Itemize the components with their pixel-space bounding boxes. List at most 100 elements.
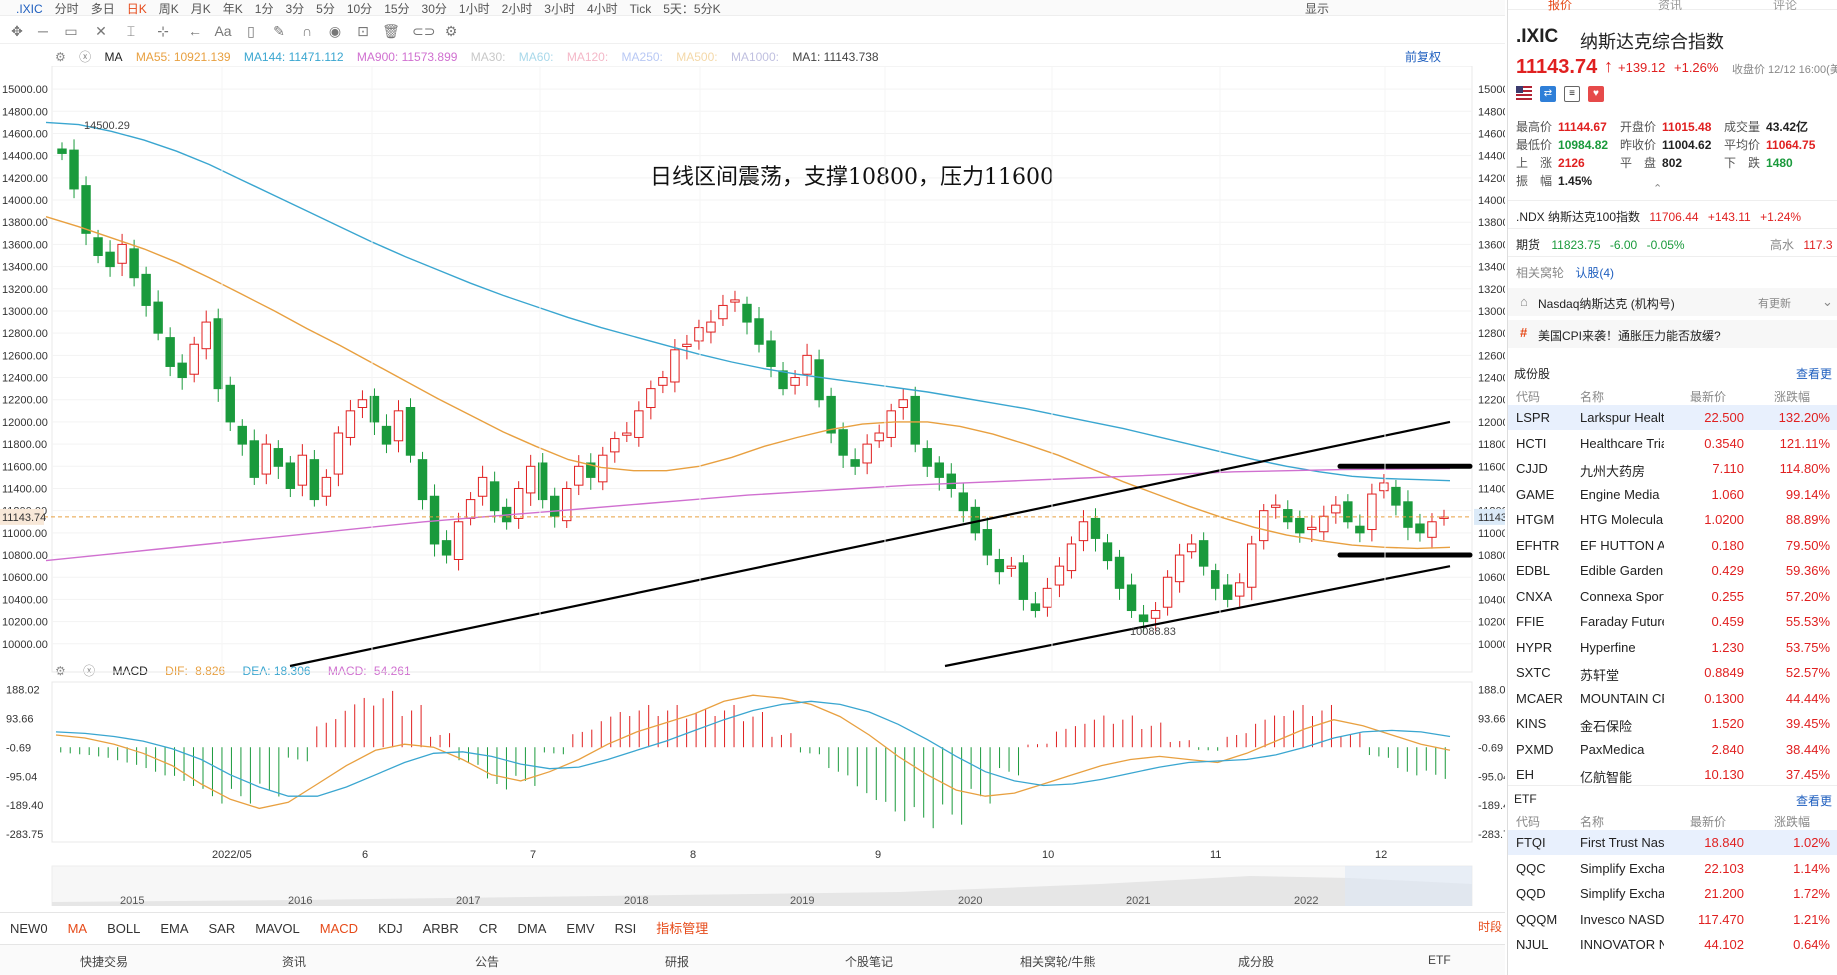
period-tab[interactable]: 日K: [127, 2, 147, 15]
table-row[interactable]: EH 亿航智能 10.130 37.45%: [1508, 762, 1837, 787]
period-tab[interactable]: 月K: [191, 2, 211, 15]
bottom-nav-item[interactable]: 个股笔记: [845, 953, 893, 970]
table-row[interactable]: KINS 金石保险 1.520 39.45%: [1508, 711, 1837, 736]
period-tab[interactable]: 1小时: [459, 2, 490, 15]
period-tab[interactable]: 2小时: [502, 2, 533, 15]
favorite-icon[interactable]: ♥: [1588, 86, 1604, 102]
indicator-tab[interactable]: MA: [68, 921, 88, 936]
table-row[interactable]: QQD Simplify Exchange 21.200 1.72%: [1508, 881, 1837, 906]
period-tab[interactable]: 10分: [347, 2, 372, 15]
indicator-tab[interactable]: DMA: [518, 921, 547, 936]
table-row[interactable]: QQQM Invesco NASDAQ 117.470 1.21%: [1508, 907, 1837, 932]
table-row[interactable]: EDBL Edible Garden 0.429 59.36%: [1508, 558, 1837, 583]
period-tab[interactable]: 5天：5分K: [663, 2, 720, 15]
table-row[interactable]: GAME Engine Media 1.060 99.14%: [1508, 482, 1837, 507]
adjust-button[interactable]: 前复权: [1405, 48, 1441, 65]
table-row[interactable]: NJUL INNOVATOR NAS 44.102 0.64%: [1508, 932, 1837, 957]
time-period-button[interactable]: 时段: [1478, 918, 1502, 935]
table-row[interactable]: PXMD PaxMedica 2.840 38.44%: [1508, 737, 1837, 762]
indicator-tab[interactable]: ARBR: [423, 921, 459, 936]
indicator-tab[interactable]: CR: [479, 921, 498, 936]
line-tool-icon[interactable]: ─: [34, 22, 52, 40]
table-row[interactable]: HTGM HTG Molecular 1.0200 88.89%: [1508, 507, 1837, 532]
table-row[interactable]: LSPR Larkspur Health 22.500 132.20%: [1508, 405, 1837, 430]
period-tab[interactable]: 4小时: [587, 2, 618, 15]
ma-settings-icon[interactable]: ⚙: [55, 50, 66, 64]
tab-quote[interactable]: 报价: [1548, 0, 1572, 13]
indicator-tab[interactable]: KDJ: [378, 921, 403, 936]
trash-icon[interactable]: 🗑: [382, 22, 400, 40]
candlestick-chart[interactable]: 15000.00 15000.00 14800.00 14800.00 14600.00…: [0, 66, 1505, 906]
column-header[interactable]: 涨跌幅: [1774, 388, 1810, 405]
period-tab[interactable]: 3分: [285, 2, 304, 15]
bottom-nav-item[interactable]: 研报: [665, 953, 689, 970]
news-item[interactable]: # 美国CPI来袭！通胀压力能否放缓?: [1508, 320, 1837, 348]
etf-more-link[interactable]: 查看更: [1796, 792, 1832, 809]
period-tab[interactable]: 3小时: [544, 2, 575, 15]
fork-tool-icon[interactable]: ⊹: [154, 22, 172, 40]
column-header[interactable]: 名称: [1580, 388, 1604, 405]
display-menu[interactable]: 显示: [1305, 0, 1329, 15]
indicator-tab[interactable]: EMV: [566, 921, 594, 936]
ma-close-icon[interactable]: ⓧ: [79, 50, 91, 64]
table-row[interactable]: FFIE Faraday Future 0.459 55.53%: [1508, 609, 1837, 634]
magnet-icon[interactable]: ∩: [298, 22, 316, 40]
table-row[interactable]: FTQI First Trust Nasdaq 18.840 1.02%: [1508, 830, 1837, 855]
bottom-nav-item[interactable]: 成分股: [1238, 953, 1274, 970]
text-tool-icon[interactable]: Aa: [214, 22, 232, 40]
table-row[interactable]: QQC Simplify Exchange 22.103 1.14%: [1508, 856, 1837, 881]
eye-icon[interactable]: ◉: [326, 22, 344, 40]
period-tab[interactable]: 分时: [55, 2, 79, 15]
bracket-tool-icon[interactable]: ⌶: [122, 22, 140, 40]
table-row[interactable]: SXTC 苏轩堂 0.8849 52.57%: [1508, 660, 1837, 685]
indicator-tab[interactable]: NEW0: [10, 921, 48, 936]
period-tab[interactable]: 多日: [91, 2, 115, 15]
period-tab[interactable]: 30分: [422, 2, 447, 15]
period-tab[interactable]: 5分: [316, 2, 335, 15]
period-tab[interactable]: 1分: [255, 2, 274, 15]
link-icon[interactable]: ⊂⊃: [412, 22, 435, 40]
chevron-down-icon[interactable]: ⌄: [1822, 294, 1833, 310]
indicator-tab[interactable]: BOLL: [107, 921, 140, 936]
table-row[interactable]: CNXA Connexa Sports 0.255 57.20%: [1508, 584, 1837, 609]
bottom-nav-item[interactable]: 资讯: [282, 953, 306, 970]
indicator-tab[interactable]: 指标管理: [656, 918, 708, 937]
cross-tool-icon[interactable]: ✕: [92, 22, 110, 40]
table-row[interactable]: EFHTR EF HUTTON AC 0.180 79.50%: [1508, 533, 1837, 558]
column-header[interactable]: 涨跌幅: [1774, 813, 1810, 830]
column-header[interactable]: 最新价: [1690, 813, 1726, 830]
column-header[interactable]: 代码: [1516, 388, 1540, 405]
settings-icon[interactable]: ⚙: [442, 22, 460, 40]
indicator-tab[interactable]: EMA: [160, 921, 188, 936]
rect-tool-icon[interactable]: ▭: [62, 22, 80, 40]
list-icon[interactable]: ≡: [1564, 86, 1580, 102]
indicator-tab[interactable]: SAR: [208, 921, 235, 936]
bottom-nav-item[interactable]: 相关窝轮/牛熊: [1020, 953, 1095, 970]
collapse-icon[interactable]: ⌃: [1653, 182, 1662, 195]
period-tab[interactable]: 周K: [159, 2, 179, 15]
ruler-icon[interactable]: ▯: [242, 22, 260, 40]
bottom-nav-item[interactable]: 快捷交易: [80, 953, 128, 970]
futures-row[interactable]: 期货 11823.75 -6.00 -0.05%: [1516, 236, 1685, 253]
bottom-nav-item[interactable]: ETF: [1428, 953, 1451, 967]
indicator-tab[interactable]: MACD: [320, 921, 358, 936]
tab-news[interactable]: 资讯: [1658, 0, 1682, 13]
period-tab[interactable]: Tick: [630, 2, 652, 15]
indicator-tab[interactable]: MAVOL: [255, 921, 300, 936]
arrow-tool-icon[interactable]: ←: [186, 22, 204, 40]
table-row[interactable]: MCAER MOUNTAIN CF 0.1300 44.44%: [1508, 686, 1837, 711]
bottom-nav-item[interactable]: 公告: [475, 953, 499, 970]
indicator-tab[interactable]: RSI: [615, 921, 637, 936]
pen-icon[interactable]: ✎: [270, 22, 288, 40]
column-header[interactable]: 最新价: [1690, 388, 1726, 405]
overview-window[interactable]: [1345, 866, 1472, 906]
trade-icon[interactable]: ⇄: [1540, 86, 1556, 102]
related-link[interactable]: 认股(4): [1575, 266, 1614, 280]
tab-comments[interactable]: 评论: [1773, 0, 1797, 13]
column-header[interactable]: 代码: [1516, 813, 1540, 830]
components-more-link[interactable]: 查看更: [1796, 365, 1832, 382]
table-row[interactable]: HYPR Hyperfine 1.230 53.75%: [1508, 635, 1837, 660]
period-tab[interactable]: 15分: [384, 2, 409, 15]
move-icon[interactable]: ✥: [8, 22, 26, 40]
news-item[interactable]: ⌂ Nasdaq纳斯达克 (机构号) 有更新 ⌄: [1508, 288, 1837, 316]
